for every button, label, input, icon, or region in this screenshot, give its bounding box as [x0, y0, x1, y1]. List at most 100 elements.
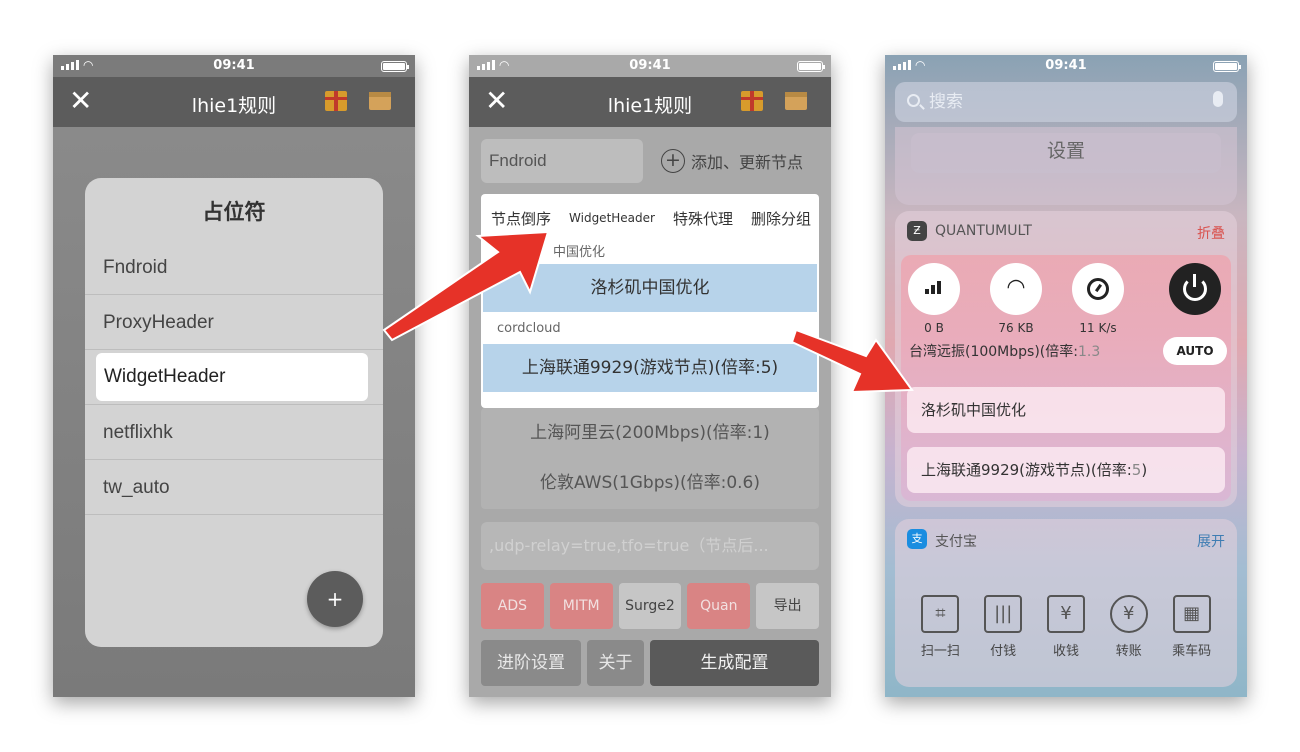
placeholder-dialog: 占位符 Fndroid ProxyHeader WidgetHeader net… — [85, 178, 383, 647]
action-label: 转账 — [1115, 644, 1142, 659]
phone-screen-rule-editor: ◠ 09:41 ✕ lhie1规则 Fndroid + 添加、更新节点 节点倒序… — [469, 55, 831, 697]
box-icon[interactable] — [785, 92, 807, 110]
gift-icon[interactable] — [325, 91, 347, 111]
navbar: ✕ lhie1规则 — [469, 77, 831, 127]
status-time: 09:41 — [1045, 58, 1087, 73]
widget-header: 支 支付宝 展开 — [895, 519, 1237, 559]
bottom-button-row: 进阶设置 关于 生成配置 — [481, 640, 819, 686]
list-item[interactable]: tw_auto — [85, 460, 383, 515]
status-time: 09:41 — [213, 58, 255, 73]
group-label: 中国优化 — [553, 245, 606, 260]
action-label: 收钱 — [1052, 644, 1079, 659]
node-input-row: Fndroid + 添加、更新节点 — [481, 139, 819, 183]
toggle-button-row: ADS MITM Surge2 Quan 导出 — [481, 583, 819, 629]
widget-header: Ƶ QUANTUMULT 折叠 — [895, 211, 1237, 251]
speed-value: 11 K/s — [1079, 321, 1117, 335]
dimmed-background: 占位符 Fndroid ProxyHeader WidgetHeader net… — [53, 127, 415, 697]
qr-bus-icon: ▦ — [1172, 595, 1211, 633]
list-item-selected[interactable]: WidgetHeader — [85, 350, 383, 405]
add-update-nodes-button[interactable]: + 添加、更新节点 — [661, 149, 803, 173]
traffic-value: 0 B — [924, 321, 944, 335]
auto-mode-button[interactable]: AUTO — [1163, 337, 1227, 365]
dialog-title: 占位符 — [202, 200, 266, 224]
speed-gauge-icon — [1072, 263, 1124, 315]
navbar: ✕ lhie1规则 — [53, 77, 415, 127]
node-name-input[interactable]: Fndroid — [481, 139, 643, 183]
quantumult-app-icon: Ƶ — [907, 221, 927, 241]
pay-action[interactable]: ||| 付钱 — [978, 595, 1028, 659]
search-icon — [907, 94, 920, 107]
nav-title: lhie1规则 — [191, 95, 277, 117]
action-label: 乘车码 — [1172, 644, 1212, 659]
receive-action[interactable]: ¥ 收钱 — [1041, 595, 1091, 659]
about-button[interactable]: 关于 — [587, 640, 644, 686]
box-icon[interactable] — [369, 92, 391, 110]
transfer-action[interactable]: ¥ 转账 — [1104, 595, 1154, 659]
tab-special-proxy[interactable]: 特殊代理 — [673, 208, 733, 229]
battery-icon — [1213, 61, 1241, 72]
power-toggle-icon[interactable] — [1169, 263, 1221, 315]
node-item-selected[interactable]: 上海联通9929(游戏节点)(倍率:5) — [483, 344, 817, 392]
action-label: 付钱 — [990, 644, 1017, 659]
advanced-settings-button[interactable]: 进阶设置 — [481, 640, 581, 686]
scan-action[interactable]: ⌗ 扫一扫 — [915, 595, 965, 659]
list-item[interactable]: Fndroid — [85, 240, 383, 295]
nav-title: lhie1规则 — [607, 95, 693, 117]
surge2-toggle[interactable]: Surge2 — [618, 583, 682, 629]
wifi-stat: ◠ 76 KB — [989, 263, 1043, 335]
tab-reverse-nodes[interactable]: 节点倒序 — [491, 208, 551, 229]
settings-button[interactable]: 设置 — [911, 133, 1221, 173]
alipay-widget: 支 支付宝 展开 ⌗ 扫一扫 ||| 付钱 ¥ 收钱 ¥ 转账 ▦ 乘车码 — [895, 519, 1237, 687]
traffic-stat: 0 B — [907, 263, 961, 335]
wifi-icon: ◠ — [990, 263, 1042, 315]
add-update-label: 添加、更新节点 — [691, 153, 804, 172]
node-name-end: ) — [1141, 461, 1148, 479]
node-name: 上海联通9929(游戏节点)(倍率: — [921, 461, 1132, 479]
gift-icon[interactable] — [741, 91, 763, 111]
wifi-traffic-value: 76 KB — [998, 321, 1034, 335]
export-button[interactable]: 导出 — [756, 583, 819, 629]
widget-app-name: 支付宝 — [935, 534, 977, 550]
node-item[interactable]: 上海联通9929(游戏节点)(倍率:5) — [907, 447, 1225, 493]
microphone-icon[interactable] — [1213, 91, 1223, 107]
widget-app-name: QUANTUMULT — [935, 223, 1032, 239]
settings-widget-fragment: 设置 — [895, 127, 1237, 205]
selected-item-label: WidgetHeader — [96, 353, 368, 401]
tab-delete-group[interactable]: 删除分组 — [751, 208, 811, 229]
action-label: 扫一扫 — [920, 644, 960, 659]
add-placeholder-button[interactable]: + — [307, 571, 363, 627]
transit-code-action[interactable]: ▦ 乘车码 — [1167, 595, 1217, 659]
alipay-app-icon: 支 — [907, 529, 927, 549]
list-item[interactable]: netflixhk — [85, 405, 383, 460]
tab-widget-header[interactable]: WidgetHeader — [569, 211, 655, 225]
barcode-icon: ||| — [984, 595, 1023, 633]
collapse-button[interactable]: 折叠 — [1197, 223, 1225, 243]
yen-transfer-icon: ¥ — [1109, 595, 1148, 633]
node-item[interactable]: 上海阿里云(200Mbps)(倍率:1) — [481, 408, 819, 458]
list-item[interactable]: ProxyHeader — [85, 295, 383, 350]
current-node-name: 台湾远振(100Mbps)(倍率: — [909, 344, 1078, 360]
status-bar: ◠ 09:41 — [53, 55, 415, 77]
speed-stat: 11 K/s — [1071, 263, 1125, 335]
node-item[interactable]: 伦敦AWS(1Gbps)(倍率:0.6) — [481, 458, 819, 508]
status-time: 09:41 — [629, 58, 671, 73]
battery-icon — [797, 61, 825, 72]
node-item-selected[interactable]: 洛杉矶中国优化 — [483, 264, 817, 312]
node-item[interactable]: 洛杉矶中国优化 — [907, 387, 1225, 433]
status-bar: ◠ 09:41 — [885, 55, 1247, 77]
expand-button[interactable]: 展开 — [1197, 531, 1225, 551]
search-placeholder: 搜索 — [929, 92, 963, 112]
search-field[interactable]: 搜索 — [895, 82, 1237, 122]
yen-receive-icon: ¥ — [1046, 595, 1085, 633]
status-bar: ◠ 09:41 — [469, 55, 831, 77]
scan-icon: ⌗ — [921, 595, 960, 633]
mitm-toggle[interactable]: MITM — [549, 583, 613, 629]
quantumult-widget: Ƶ QUANTUMULT 折叠 0 B ◠ 76 KB 11 K/s 台湾远振(… — [895, 211, 1237, 507]
battery-icon — [381, 61, 409, 72]
node-suffix-textarea[interactable]: ,udp-relay=true,tfo=true（节点后... — [481, 522, 819, 570]
generate-config-button[interactable]: 生成配置 — [650, 640, 819, 686]
phone-screen-placeholder-picker: ◠ 09:41 ✕ lhie1规则 占位符 Fndroid ProxyHeade… — [53, 55, 415, 697]
plus-circle-icon: + — [661, 149, 685, 173]
quan-toggle[interactable]: Quan — [687, 583, 751, 629]
ads-toggle[interactable]: ADS — [481, 583, 544, 629]
